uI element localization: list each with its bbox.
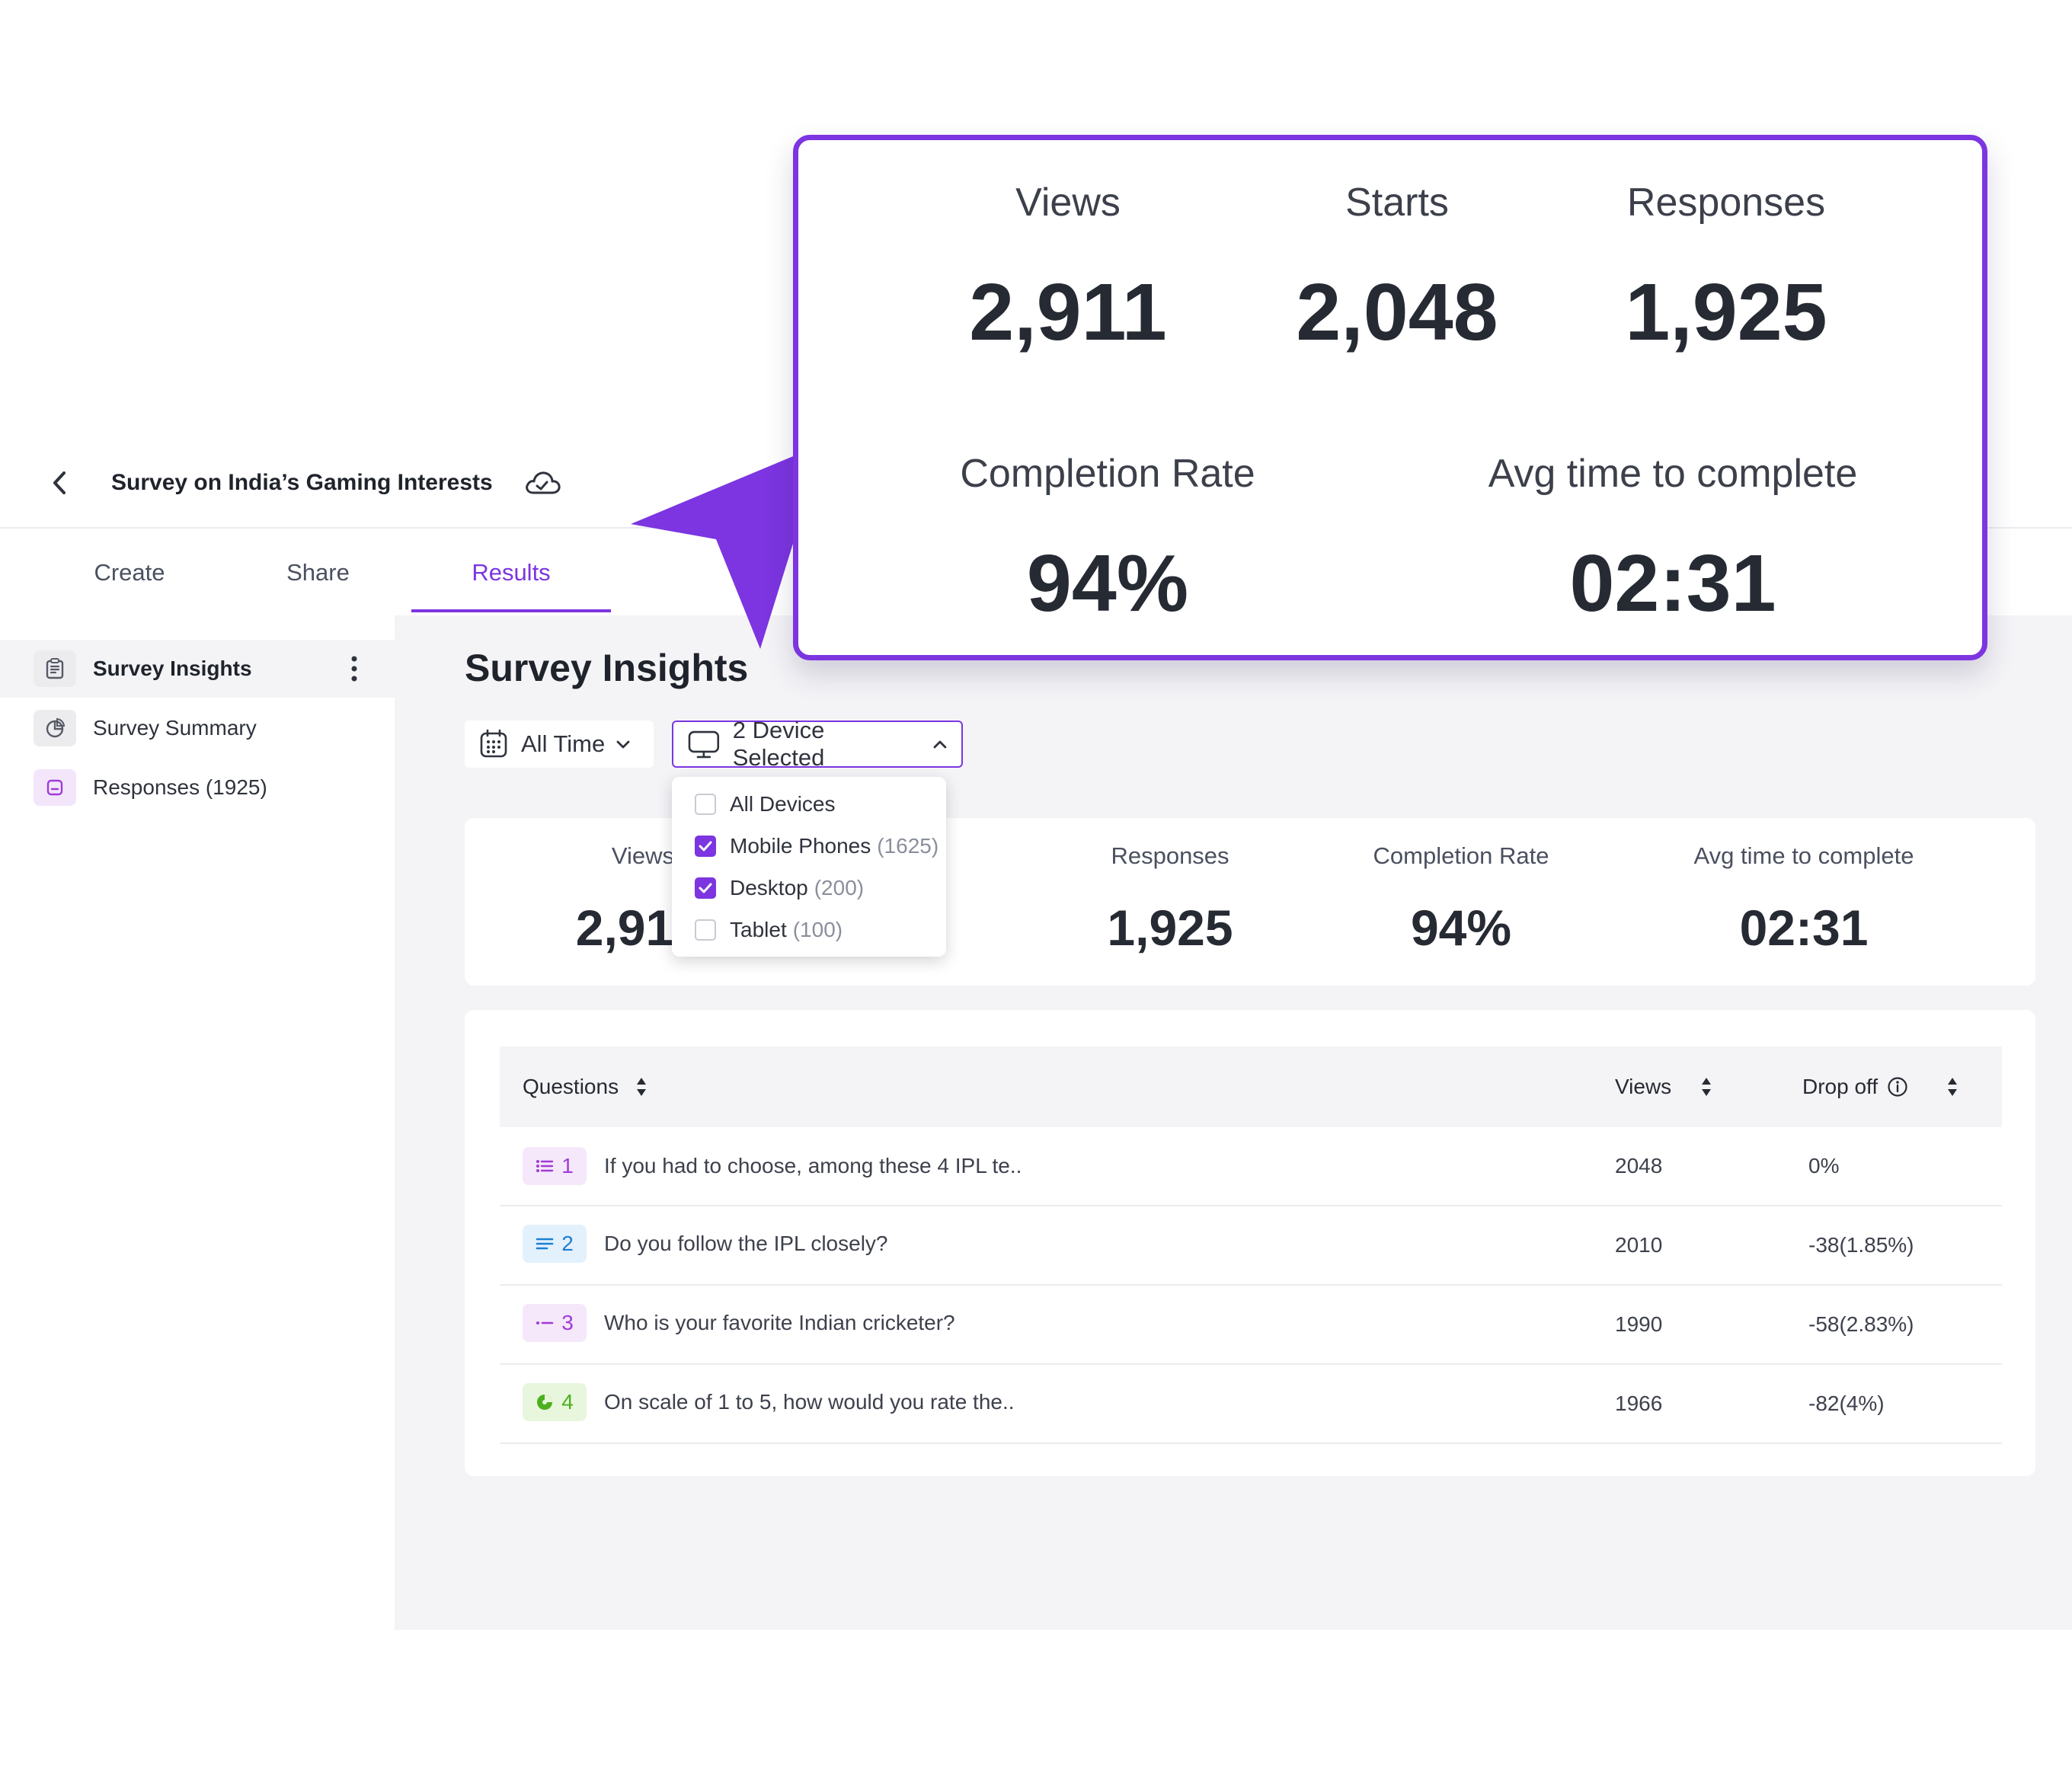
dropdown-option-tablet[interactable]: Tablet (100) xyxy=(695,912,843,948)
checkbox-unchecked[interactable] xyxy=(695,794,716,815)
question-type-badge: 3 xyxy=(523,1304,587,1342)
callout-value-views: 2,911 xyxy=(969,267,1167,357)
sort-icon[interactable] xyxy=(1946,1076,1958,1098)
question-type-badge: 2 xyxy=(523,1225,587,1263)
column-header-questions[interactable]: Questions xyxy=(523,1046,648,1127)
dropdown-option-mobile-phones[interactable]: Mobile Phones (1625) xyxy=(695,828,938,864)
tab-active-indicator xyxy=(411,609,611,612)
question-text: On scale of 1 to 5, how would you rate t… xyxy=(604,1390,1015,1414)
option-label: Mobile Phones xyxy=(730,834,871,858)
callout-value-responses: 1,925 xyxy=(1625,267,1827,357)
stat-label-responses: Responses xyxy=(1111,842,1229,869)
checkbox-checked[interactable] xyxy=(695,836,716,857)
column-header-label: Questions xyxy=(523,1075,619,1098)
sidebar-item-label: Survey Insights xyxy=(93,657,252,680)
device-dropdown-menu: All Devices Mobile Phones (1625) Desktop… xyxy=(672,777,946,957)
stat-label-completion-rate: Completion Rate xyxy=(1373,842,1549,869)
column-header-drop-off[interactable]: Drop off xyxy=(1802,1046,1958,1127)
checkmark-icon xyxy=(699,841,712,852)
question-number: 2 xyxy=(561,1232,574,1255)
dropdown-option-desktop[interactable]: Desktop (200) xyxy=(695,870,864,906)
rating-scale-icon xyxy=(537,1395,553,1410)
stat-value-responses: 1,925 xyxy=(1107,899,1233,956)
question-type-badge: 1 xyxy=(523,1147,587,1185)
sort-icon[interactable] xyxy=(1700,1076,1712,1098)
question-views: 2048 xyxy=(1615,1154,1663,1177)
calendar-icon xyxy=(480,729,507,758)
clipboard-icon xyxy=(34,650,76,687)
question-drop-off: -58(2.83%) xyxy=(1808,1312,1914,1336)
checkbox-unchecked[interactable] xyxy=(695,919,716,941)
cloud-sync-button[interactable] xyxy=(523,466,562,500)
question-views: 2010 xyxy=(1615,1233,1663,1257)
dropdown-option-all-devices[interactable]: All Devices xyxy=(695,786,835,823)
sidebar-item-survey-insights[interactable]: Survey Insights xyxy=(0,640,395,698)
callout-label-views: Views xyxy=(1015,181,1121,225)
question-views: 1966 xyxy=(1615,1392,1663,1415)
stat-label-avg-time: Avg time to complete xyxy=(1693,842,1914,869)
question-number: 3 xyxy=(561,1311,574,1334)
callout-label-avg-time: Avg time to complete xyxy=(1488,452,1858,496)
pie-chart-icon xyxy=(34,710,76,746)
question-number: 1 xyxy=(561,1154,574,1177)
date-filter[interactable]: All Time xyxy=(465,721,654,768)
callout-value-starts: 2,048 xyxy=(1296,267,1498,357)
callout-value-completion-rate: 94% xyxy=(1026,538,1189,628)
responses-icon xyxy=(34,769,76,806)
tab-create[interactable]: Create xyxy=(46,533,213,612)
sidebar-item-label: Responses (1925) xyxy=(93,775,267,799)
table-header xyxy=(500,1046,2002,1127)
column-header-views[interactable]: Views xyxy=(1615,1046,1712,1127)
question-drop-off: 0% xyxy=(1808,1154,1840,1177)
callout-label-starts: Starts xyxy=(1345,181,1449,225)
question-number: 4 xyxy=(561,1390,574,1414)
device-filter-label: 2 Device Selected xyxy=(732,717,825,771)
callout-value-avg-time: 02:31 xyxy=(1569,538,1776,628)
tab-results[interactable]: Results xyxy=(411,533,611,612)
option-label: Desktop xyxy=(730,876,808,899)
column-header-label: Views xyxy=(1615,1075,1672,1098)
chevron-down-icon xyxy=(616,740,630,749)
device-filter[interactable]: 2 Device Selected xyxy=(672,717,963,771)
tab-share[interactable]: Share xyxy=(236,533,400,612)
sidebar-item-survey-summary[interactable]: Survey Summary xyxy=(0,699,395,757)
checkmark-icon xyxy=(699,883,712,893)
date-filter-label: All Time xyxy=(521,730,606,757)
callout-stats-panel: Views 2,911 Starts 2,048 Responses 1,925… xyxy=(793,135,1987,660)
short-answer-icon xyxy=(536,1321,554,1324)
chevron-left-icon xyxy=(53,471,66,494)
info-icon[interactable] xyxy=(1887,1076,1908,1098)
more-options-icon[interactable] xyxy=(343,650,366,687)
back-button[interactable] xyxy=(44,462,75,504)
question-views: 1990 xyxy=(1615,1312,1663,1336)
stat-value-avg-time: 02:31 xyxy=(1739,899,1869,956)
question-text: Do you follow the IPL closely? xyxy=(604,1232,888,1255)
checkbox-checked[interactable] xyxy=(695,877,716,899)
option-count: (100) xyxy=(792,918,843,941)
monitor-icon xyxy=(688,730,720,759)
option-count: (200) xyxy=(814,876,865,899)
question-drop-off: -38(1.85%) xyxy=(1808,1233,1914,1257)
option-count: (1625) xyxy=(877,834,939,858)
sidebar-item-label: Survey Summary xyxy=(93,716,257,740)
question-text: If you had to choose, among these 4 IPL … xyxy=(604,1154,1022,1177)
option-label: Tablet xyxy=(730,918,787,941)
question-type-badge: 4 xyxy=(523,1383,587,1421)
question-drop-off: -82(4%) xyxy=(1808,1392,1885,1415)
callout-label-completion-rate: Completion Rate xyxy=(960,452,1255,496)
text-lines-icon xyxy=(536,1238,554,1250)
option-label: All Devices xyxy=(730,792,836,816)
sort-icon[interactable] xyxy=(635,1076,648,1098)
stat-value-completion-rate: 94% xyxy=(1410,899,1512,956)
survey-title: Survey on India’s Gaming Interests xyxy=(111,470,493,495)
question-text: Who is your favorite Indian cricketer? xyxy=(604,1311,955,1334)
callout-label-responses: Responses xyxy=(1626,181,1826,225)
cloud-check-icon xyxy=(526,471,561,494)
chevron-up-icon xyxy=(933,740,947,749)
list-icon xyxy=(536,1160,554,1172)
sidebar-item-responses[interactable]: Responses (1925) xyxy=(0,759,395,816)
column-header-label: Drop off xyxy=(1802,1075,1879,1098)
